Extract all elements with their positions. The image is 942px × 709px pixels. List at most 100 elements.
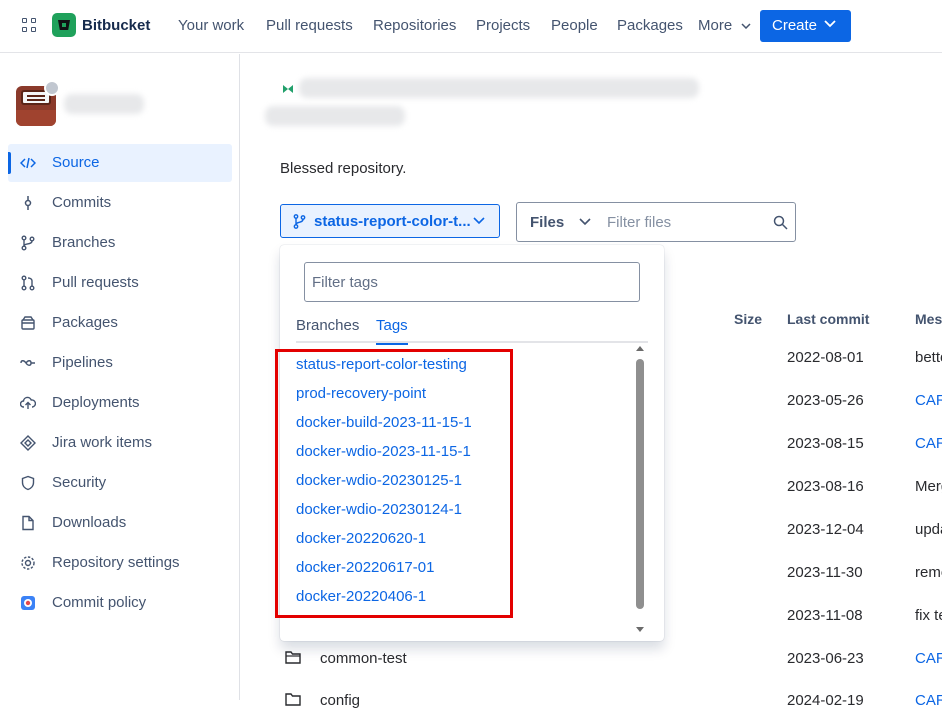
repository-name-redacted[interactable] — [64, 94, 144, 114]
row-date: 2023-05-26 — [787, 392, 864, 409]
tag-item[interactable]: docker-build-2023-11-15-1 — [296, 414, 472, 431]
row-date: 2023-12-04 — [787, 521, 864, 538]
cloud-upload-icon — [20, 396, 36, 409]
nav-more[interactable]: More — [698, 17, 751, 34]
nav-more-label: More — [698, 17, 733, 34]
avatar-band — [16, 110, 56, 126]
code-icon — [20, 157, 36, 169]
row-commit-message[interactable]: remo — [915, 564, 942, 581]
row-date: 2023-08-15 — [787, 435, 864, 452]
files-filter[interactable]: Files Filter files — [516, 202, 796, 242]
sidebar: Source Commits Branches Pull requests Pa… — [0, 54, 240, 700]
tag-item[interactable]: status-report-color-testing — [296, 356, 467, 373]
search-icon[interactable] — [773, 215, 788, 230]
tag-item[interactable]: docker-wdio-20230125-1 — [296, 472, 462, 489]
sidebar-item-label: Branches — [52, 234, 116, 251]
sidebar-item-pull-requests[interactable]: Pull requests — [8, 264, 232, 302]
chevron-down-icon[interactable] — [579, 218, 591, 226]
column-header-message[interactable]: Mes — [915, 311, 942, 327]
file-icon — [22, 515, 34, 531]
sidebar-item-downloads[interactable]: Downloads — [8, 504, 232, 542]
chevron-down-icon — [741, 23, 751, 30]
nav-repositories[interactable]: Repositories — [373, 17, 456, 34]
page-title-redacted — [265, 106, 405, 126]
scrollbar-thumb[interactable] — [636, 359, 644, 609]
row-commit-message[interactable]: fix te — [915, 607, 942, 624]
create-button-label: Create — [772, 17, 818, 34]
create-button[interactable]: Create — [760, 10, 851, 42]
row-commit-message[interactable]: CAR — [915, 392, 942, 409]
row-commit-message[interactable]: Merg — [915, 478, 942, 495]
nav-people[interactable]: People — [551, 17, 598, 34]
sidebar-item-label: Deployments — [52, 394, 140, 411]
jira-icon — [20, 435, 36, 451]
sidebar-item-source[interactable]: Source — [8, 144, 232, 182]
folder-icon — [285, 651, 301, 664]
sidebar-item-security[interactable]: Security — [8, 464, 232, 502]
dropdown-scrollbar[interactable] — [636, 345, 644, 635]
nav-projects[interactable]: Projects — [476, 17, 530, 34]
dropdown-tabs: Branches Tags — [296, 317, 648, 345]
tag-item[interactable]: docker-wdio-20230124-1 — [296, 501, 462, 518]
pull-request-icon — [21, 275, 35, 291]
commit-icon — [24, 196, 32, 210]
workspace-icon — [283, 85, 293, 93]
nav-your-work[interactable]: Your work — [178, 17, 244, 34]
row-commit-message[interactable]: upda — [915, 521, 942, 538]
folder-icon — [285, 693, 301, 706]
tab-tags[interactable]: Tags — [376, 317, 408, 345]
tag-item[interactable]: docker-20220406-1 — [296, 588, 426, 605]
sidebar-item-jira[interactable]: Jira work items — [8, 424, 232, 462]
sidebar-item-branches[interactable]: Branches — [8, 224, 232, 262]
sidebar-item-commits[interactable]: Commits — [8, 184, 232, 222]
app-switcher-icon[interactable] — [22, 18, 38, 34]
bitbucket-logo-icon[interactable] — [52, 13, 76, 37]
tag-item[interactable]: prod-recovery-point — [296, 385, 426, 402]
nav-pull-requests[interactable]: Pull requests — [266, 17, 353, 34]
row-commit-message[interactable]: bette — [915, 349, 942, 366]
sidebar-item-pipelines[interactable]: Pipelines — [8, 344, 232, 382]
column-header-last-commit[interactable]: Last commit — [787, 311, 869, 327]
sidebar-item-label: Commit policy — [52, 594, 147, 611]
files-search-input[interactable]: Filter files — [607, 214, 671, 231]
column-header-size[interactable]: Size — [734, 311, 762, 327]
branch-tag-dropdown: Branches Tags status-report-color-testin… — [280, 245, 664, 641]
row-date: 2023-11-30 — [787, 564, 863, 581]
branch-icon — [21, 235, 35, 251]
sidebar-item-packages[interactable]: Packages — [8, 304, 232, 342]
sidebar-item-label: Security — [52, 474, 107, 491]
scroll-up-arrow-icon[interactable] — [636, 345, 644, 351]
shield-icon — [21, 475, 35, 491]
row-commit-message[interactable]: CAR — [915, 692, 942, 709]
row-file-name[interactable]: common-test — [320, 650, 407, 667]
sidebar-item-label: Pipelines — [52, 354, 113, 371]
lock-icon — [44, 80, 60, 96]
row-date: 2024-02-19 — [787, 692, 864, 709]
repository-description: Blessed repository. — [280, 160, 407, 177]
tag-item[interactable]: docker-20220617-01 — [296, 559, 434, 576]
brand-name[interactable]: Bitbucket — [82, 17, 150, 34]
sidebar-item-label: Packages — [52, 314, 118, 331]
branch-icon — [293, 214, 306, 229]
branch-selector-label: status-report-color-t... — [314, 213, 471, 230]
sidebar-item-commit-policy[interactable]: Commit policy — [8, 584, 232, 622]
sidebar-item-label: Downloads — [52, 514, 127, 531]
tag-item[interactable]: docker-20220620-1 — [296, 530, 426, 547]
sidebar-item-label: Source — [52, 154, 100, 171]
sidebar-item-repository-settings[interactable]: Repository settings — [8, 544, 232, 582]
row-commit-message[interactable]: CAR — [915, 435, 942, 452]
filter-tags-input[interactable] — [304, 262, 640, 302]
tab-branches[interactable]: Branches — [296, 317, 359, 343]
row-file-name[interactable]: config — [320, 692, 360, 709]
package-icon — [21, 316, 35, 330]
nav-packages[interactable]: Packages — [617, 17, 683, 34]
pipeline-icon — [20, 360, 35, 366]
sidebar-item-deployments[interactable]: Deployments — [8, 384, 232, 422]
sidebar-item-label: Commits — [52, 194, 112, 211]
breadcrumb-redacted[interactable] — [299, 78, 699, 98]
row-commit-message[interactable]: CAR — [915, 650, 942, 667]
files-dropdown-label[interactable]: Files — [530, 214, 564, 231]
branch-selector-button[interactable]: status-report-color-t... — [280, 204, 500, 238]
scroll-down-arrow-icon[interactable] — [636, 627, 644, 633]
tag-item[interactable]: docker-wdio-2023-11-15-1 — [296, 443, 471, 460]
